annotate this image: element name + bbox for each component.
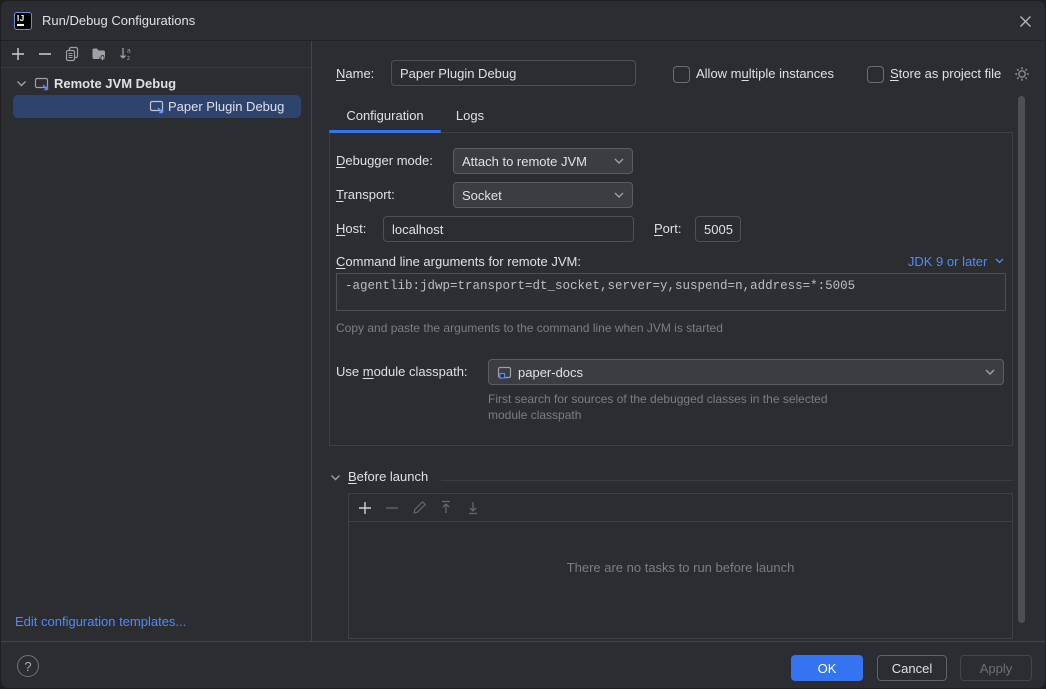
sort-configurations-icon[interactable]: a z <box>118 46 134 62</box>
before-launch-toolbar <box>349 494 1012 522</box>
host-label: Host: <box>336 218 366 240</box>
jdk-version-value: JDK 9 or later <box>908 254 987 269</box>
new-folder-icon[interactable] <box>91 46 107 62</box>
jdk-version-dropdown-link[interactable]: JDK 9 or later <box>881 251 1004 273</box>
name-label: Name: <box>336 63 374 85</box>
edit-task-icon[interactable] <box>411 500 427 516</box>
before-launch-empty-message: There are no tasks to run before launch <box>349 560 1012 575</box>
chevron-down-icon <box>614 192 624 199</box>
module-classpath-dropdown[interactable]: paper-docs <box>488 359 1004 385</box>
active-tab-indicator <box>329 130 441 133</box>
command-line-hint: Copy and paste the arguments to the comm… <box>336 321 723 335</box>
dialog-footer: ? OK Cancel Apply <box>1 641 1046 689</box>
remove-configuration-icon[interactable] <box>37 46 53 62</box>
cancel-button[interactable]: Cancel <box>877 655 947 681</box>
module-classpath-hint-line1: First search for sources of the debugged… <box>488 392 828 406</box>
name-input[interactable]: Paper Plugin Debug <box>391 60 636 86</box>
store-as-project-file-label[interactable]: Store as project file <box>890 63 1001 85</box>
vertical-scrollbar-thumb[interactable] <box>1018 96 1025 623</box>
add-configuration-icon[interactable] <box>10 46 26 62</box>
move-task-up-icon[interactable] <box>438 500 454 516</box>
before-launch-collapse-chevron-icon[interactable] <box>330 474 341 481</box>
store-as-project-file-checkbox[interactable] <box>867 66 884 83</box>
name-input-value: Paper Plugin Debug <box>400 66 516 81</box>
module-classpath-label: Use module classpath: <box>336 361 468 383</box>
tree-item-label: Paper Plugin Debug <box>168 99 284 114</box>
debugger-mode-value: Attach to remote JVM <box>462 154 587 169</box>
tree-expander-chevron-icon[interactable] <box>16 80 27 87</box>
port-input[interactable]: 5005 <box>695 216 741 242</box>
transport-value: Socket <box>462 188 502 203</box>
before-launch-separator <box>441 480 1013 481</box>
port-label: Port: <box>654 218 681 240</box>
tree-group-label: Remote JVM Debug <box>54 76 176 91</box>
svg-text:a: a <box>127 48 131 55</box>
ok-button[interactable]: OK <box>791 655 863 681</box>
transport-label: Transport: <box>336 184 395 206</box>
tab-configuration[interactable]: Configuration <box>329 102 441 130</box>
run-debug-configurations-dialog: IJ Run/Debug Configurations <box>0 0 1046 689</box>
help-question-icon: ? <box>24 659 31 674</box>
configurations-sidebar: a z Remote JVM Debug <box>1 41 312 642</box>
command-line-arguments-label: Command line arguments for remote JVM: <box>336 251 581 273</box>
module-classpath-hint-line2: module classpath <box>488 408 581 422</box>
title-bar: IJ Run/Debug Configurations <box>1 1 1046 41</box>
command-line-arguments-field[interactable]: -agentlib:jdwp=transport=dt_socket,serve… <box>336 273 1006 311</box>
chevron-down-icon <box>614 158 624 165</box>
debugger-mode-label: Debugger mode: <box>336 150 433 172</box>
command-line-arguments-value: -agentlib:jdwp=transport=dt_socket,serve… <box>345 279 855 293</box>
remote-debug-config-icon <box>34 76 50 92</box>
edit-configuration-templates-link[interactable]: Edit configuration templates... <box>15 614 186 629</box>
store-settings-gear-icon[interactable] <box>1013 65 1031 83</box>
tab-logs[interactable]: Logs <box>449 102 491 130</box>
allow-multiple-instances-checkbox[interactable] <box>673 66 690 83</box>
tree-item-paper-plugin-debug[interactable]: Paper Plugin Debug <box>13 95 301 118</box>
dialog-title: Run/Debug Configurations <box>42 1 195 41</box>
move-task-down-icon[interactable] <box>465 500 481 516</box>
transport-dropdown[interactable]: Socket <box>453 182 633 208</box>
port-input-value: 5005 <box>704 222 733 237</box>
remote-debug-config-icon <box>149 99 165 115</box>
chevron-down-icon <box>985 369 995 376</box>
tree-item-remote-jvm-debug[interactable]: Remote JVM Debug <box>1 72 311 95</box>
debugger-mode-dropdown[interactable]: Attach to remote JVM <box>453 148 633 174</box>
svg-text:z: z <box>127 55 130 62</box>
host-input[interactable]: localhost <box>383 216 634 242</box>
module-icon <box>497 365 512 380</box>
help-button[interactable]: ? <box>17 655 39 677</box>
remove-task-icon[interactable] <box>384 500 400 516</box>
add-task-icon[interactable] <box>357 500 373 516</box>
before-launch-label[interactable]: Before launch <box>348 469 428 484</box>
intellij-logo-icon: IJ <box>14 12 32 30</box>
copy-configuration-icon[interactable] <box>64 46 80 62</box>
module-classpath-value: paper-docs <box>518 365 583 380</box>
allow-multiple-instances-label[interactable]: Allow multiple instances <box>696 63 834 85</box>
before-launch-tasks-panel: There are no tasks to run before launch <box>348 493 1013 639</box>
close-icon[interactable] <box>1013 9 1037 33</box>
apply-button[interactable]: Apply <box>960 655 1032 681</box>
sidebar-toolbar: a z <box>1 41 311 68</box>
host-input-value: localhost <box>392 222 443 237</box>
